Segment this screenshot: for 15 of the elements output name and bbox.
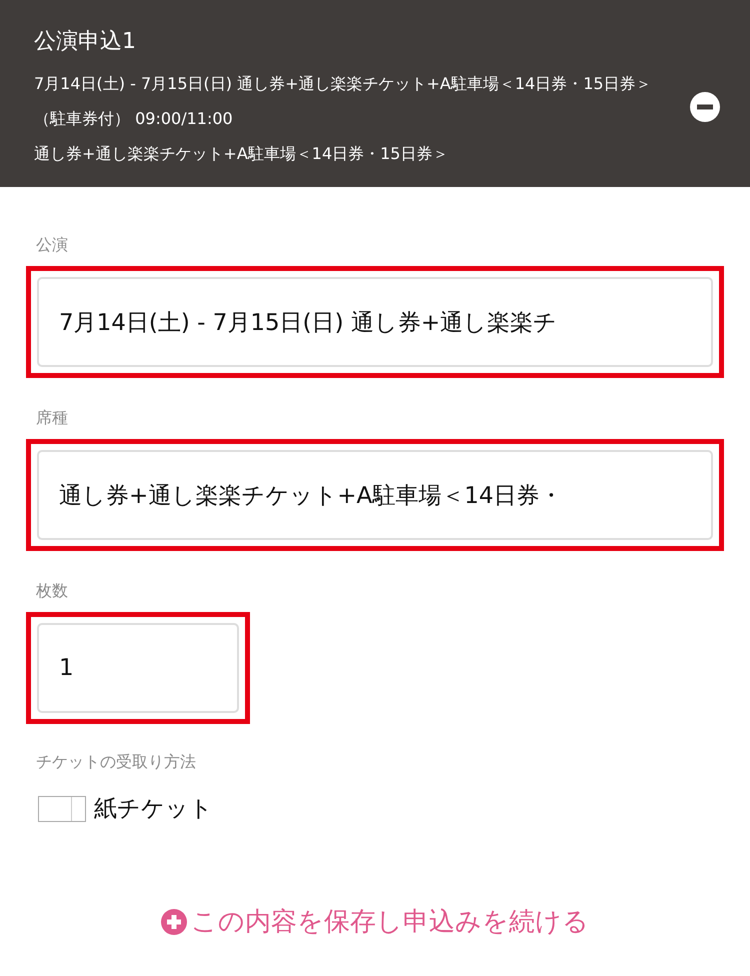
- input-field[interactable]: 通し券+通し楽楽チケット+A駐車場＜14日券・: [37, 450, 713, 540]
- summary-text: 7月14日(土) - 7月15日(日) 通し券+通し楽楽チケット+A駐車場＜14日券・15日券＞（駐車券付） 09:00/11:00: [34, 73, 653, 130]
- field-label: 席種: [36, 408, 69, 429]
- plus-icon: [161, 908, 187, 934]
- field-label: 公演: [36, 235, 69, 256]
- remove-icon[interactable]: [690, 92, 720, 122]
- option-label: 紙チケット: [94, 795, 213, 824]
- input-field[interactable]: 1: [37, 623, 239, 713]
- field-label: 枚数: [36, 581, 69, 602]
- save-continue-button[interactable]: この内容を保存し申込みを続ける: [161, 904, 589, 939]
- application-title: 公演申込1: [34, 28, 137, 56]
- summary-text: 通し券+通し楽楽チケット+A駐車場＜14日券・15日券＞: [34, 143, 450, 165]
- ticket-checkbox[interactable]: [38, 796, 86, 822]
- input-field[interactable]: 7月14日(土) - 7月15日(日) 通し券+通し楽楽チ: [37, 277, 713, 367]
- field-label: チケットの受取り方法: [36, 752, 197, 773]
